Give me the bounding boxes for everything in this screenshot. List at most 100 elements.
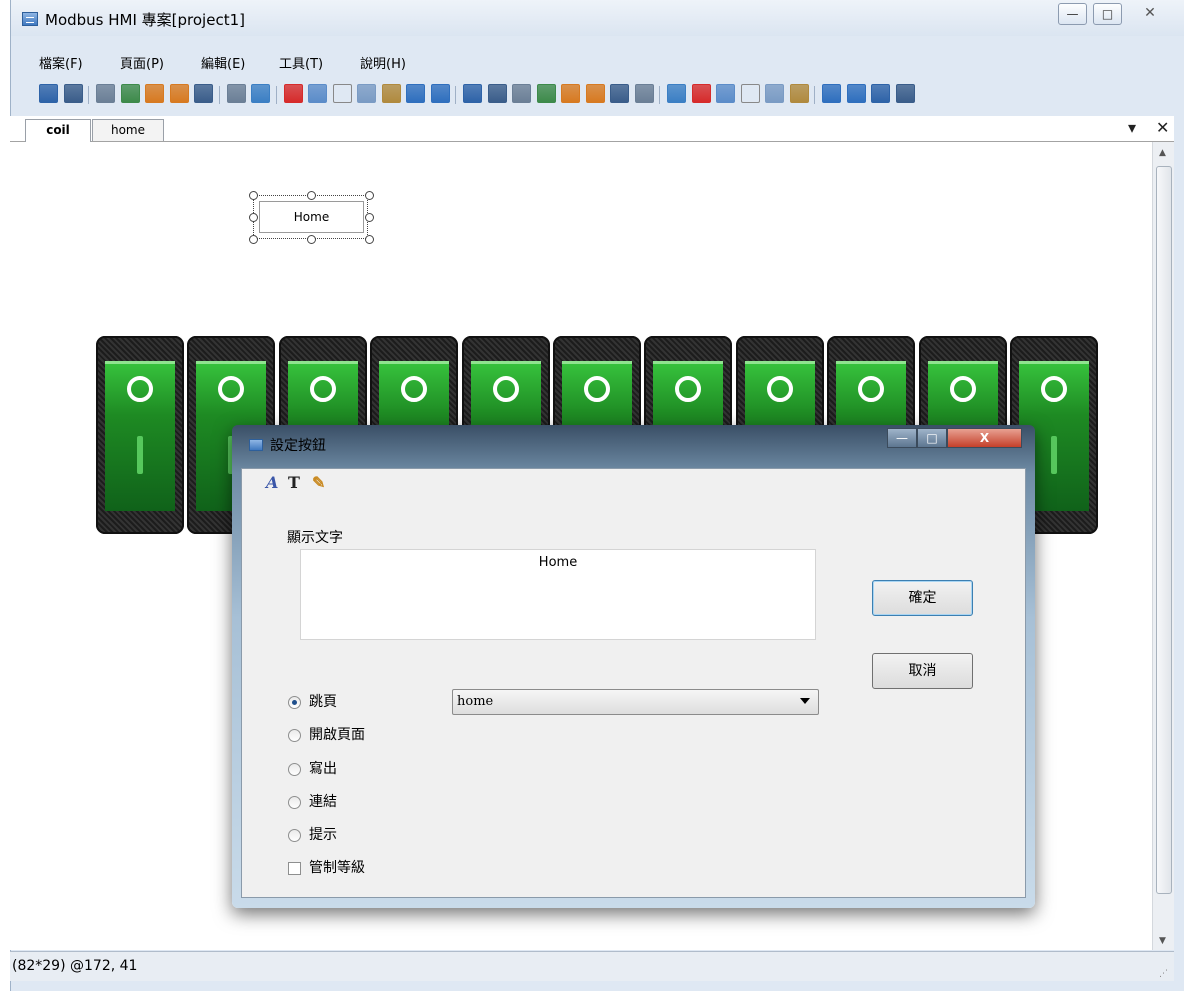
home-button-preview[interactable]: Home [259, 201, 364, 233]
list-icon[interactable] [822, 84, 841, 103]
status-bar: (82*29) @172, 41 ⋰ [10, 951, 1174, 981]
paint-icon[interactable] [846, 84, 866, 103]
radio-open-page[interactable] [288, 729, 301, 742]
tab-home[interactable]: home [92, 119, 164, 141]
display-text-input[interactable]: Home [300, 549, 816, 640]
page-menu-icon[interactable] [96, 84, 115, 103]
settings-icon[interactable] [226, 84, 246, 103]
resize-handle[interactable] [249, 213, 258, 222]
align-right-icon[interactable] [561, 84, 580, 103]
paste-icon[interactable] [381, 84, 401, 103]
align-middle-icon[interactable] [691, 84, 711, 103]
option-write-label: 寫出 [309, 761, 337, 777]
menu-bar: 檔案(F) 頁面(P) 編輯(E) 工具(T) 說明(H) [11, 47, 1184, 77]
edit-page-icon[interactable] [169, 84, 189, 103]
option-open-page-label: 開啟頁面 [309, 727, 365, 743]
menu-edit[interactable]: 編輯(E) [201, 53, 245, 72]
toolbar-separator [659, 86, 660, 104]
radio-write[interactable] [288, 763, 301, 776]
rocker-switch[interactable] [96, 336, 184, 534]
tab-menu-icon[interactable]: ▾ [1128, 118, 1136, 137]
undo-icon[interactable] [406, 84, 425, 103]
spread-v-icon[interactable] [789, 84, 809, 103]
spread-h-icon[interactable] [634, 84, 654, 103]
display-text-label: 顯示文字 [287, 530, 343, 546]
cancel-button[interactable]: 取消 [872, 653, 973, 689]
status-coordinates: (82*29) @172, 41 [12, 958, 138, 974]
page-tabs: coil home ▾ ✕ [10, 116, 1174, 143]
resize-handle[interactable] [365, 213, 374, 222]
dialog-maximize-button[interactable]: □ [917, 428, 947, 448]
tab-coil[interactable]: coil [25, 119, 91, 143]
dialog-app-icon [249, 439, 263, 451]
resize-handle[interactable] [249, 191, 258, 200]
add-page-icon[interactable] [120, 84, 140, 103]
close-button[interactable]: ✕ [1129, 3, 1171, 25]
italic-font-icon[interactable] [871, 84, 890, 103]
toolbar-separator [218, 86, 220, 104]
resize-handle[interactable] [365, 235, 374, 244]
redo-icon[interactable] [430, 84, 450, 103]
switch-on-symbol-icon [137, 436, 143, 474]
copy-doc-icon[interactable] [332, 84, 352, 103]
delete-icon[interactable] [283, 84, 303, 103]
save-icon[interactable] [63, 84, 83, 103]
vertical-scrollbar[interactable]: ▲ ▼ [1152, 142, 1174, 950]
align-left-icon[interactable] [512, 84, 531, 103]
resize-handle[interactable] [249, 235, 258, 244]
distribute-v-icon[interactable] [740, 84, 760, 103]
copy-icon[interactable] [357, 84, 376, 103]
resize-handle[interactable] [307, 191, 316, 200]
ok-button[interactable]: 確定 [872, 580, 973, 616]
save-as-icon[interactable] [39, 84, 58, 103]
align-center-icon[interactable] [536, 84, 556, 103]
scroll-thumb[interactable] [1156, 166, 1172, 894]
radio-link[interactable] [288, 796, 301, 809]
bring-front-icon[interactable] [463, 84, 482, 103]
scroll-up-icon[interactable]: ▲ [1159, 148, 1166, 158]
cut-icon[interactable] [308, 84, 327, 103]
tab-close-icon[interactable]: ✕ [1156, 118, 1169, 137]
menu-page[interactable]: 頁面(P) [120, 53, 164, 72]
option-hint-label: 提示 [309, 827, 337, 843]
access-level-label: 管制等級 [309, 860, 365, 876]
text-font-icon[interactable] [895, 84, 915, 103]
menu-help[interactable]: 說明(H) [360, 53, 406, 72]
dialog-minimize-button[interactable]: — [887, 428, 917, 448]
page-select-value: home [457, 694, 494, 709]
text-font-icon[interactable]: T [288, 473, 300, 492]
paint-icon[interactable]: ✎ [312, 473, 325, 492]
resize-grip-icon[interactable]: ⋰ [1159, 969, 1168, 979]
resize-handle[interactable] [307, 235, 316, 244]
radio-hint[interactable] [288, 829, 301, 842]
menu-file[interactable]: 檔案(F) [39, 53, 83, 72]
dialog-body: A T ✎ 顯示文字 Home 確定 取消 跳頁 開啟頁面 寫出 連結 提示 管… [241, 468, 1026, 898]
dialog-close-button[interactable]: X [947, 428, 1022, 448]
preview-icon[interactable] [251, 84, 270, 103]
page-select[interactable]: home [452, 689, 819, 715]
italic-font-icon[interactable]: A [266, 473, 278, 492]
resize-handle[interactable] [365, 191, 374, 200]
switch-off-symbol-icon [218, 376, 245, 402]
minimize-button[interactable]: — [1058, 3, 1087, 25]
add-page-2-icon[interactable] [145, 84, 164, 103]
option-link-label: 連結 [309, 794, 337, 810]
page-window-icon[interactable] [194, 84, 213, 103]
align-top-icon[interactable] [667, 84, 686, 103]
send-back-icon[interactable] [487, 84, 507, 103]
distribute-h-icon[interactable] [585, 84, 605, 103]
chevron-down-icon[interactable] [800, 698, 810, 704]
access-level-checkbox[interactable] [288, 862, 301, 875]
scroll-down-icon[interactable]: ▼ [1159, 936, 1166, 946]
radio-jump-page[interactable] [288, 696, 301, 709]
menu-tools[interactable]: 工具(T) [279, 53, 323, 72]
switch-off-symbol-icon [766, 376, 793, 402]
maximize-button[interactable]: □ [1093, 3, 1122, 25]
switch-off-symbol-icon [127, 376, 153, 402]
align-bottom-icon[interactable] [716, 84, 735, 103]
switch-off-symbol-icon [584, 376, 610, 402]
center-h-icon[interactable] [610, 84, 629, 103]
center-v-icon[interactable] [765, 84, 784, 103]
selected-home-button[interactable]: Home [249, 191, 374, 244]
title-bar: Modbus HMI 專案[project1] — □ ✕ [11, 0, 1184, 36]
